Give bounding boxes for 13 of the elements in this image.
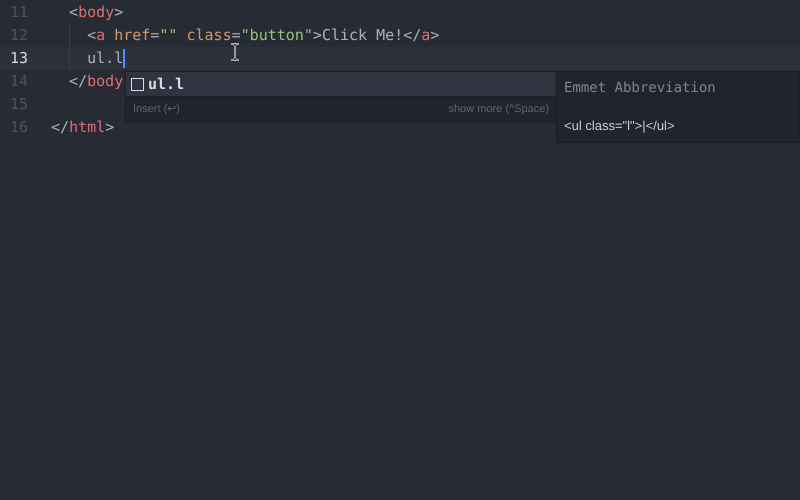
code-line: ul.l <box>86 48 124 70</box>
code-line: <a href="" class="button">Click Me!</a> <box>86 25 440 46</box>
text-caret <box>123 49 126 68</box>
text-cursor-icon <box>230 43 240 61</box>
suggestion-item[interactable]: ul.l <box>126 72 556 96</box>
code-line: </body <box>68 71 124 92</box>
details-title: Emmet Abbreviation <box>564 79 717 98</box>
line-number: 13 <box>8 48 28 70</box>
footer-hint: Insert (↩) <box>133 102 180 117</box>
code-line: <body> <box>68 2 124 24</box>
code-line: </html> <box>51 117 114 138</box>
expansion-preview: <ul class="l">|</ul> <box>564 116 676 135</box>
snippet-icon <box>131 78 144 90</box>
